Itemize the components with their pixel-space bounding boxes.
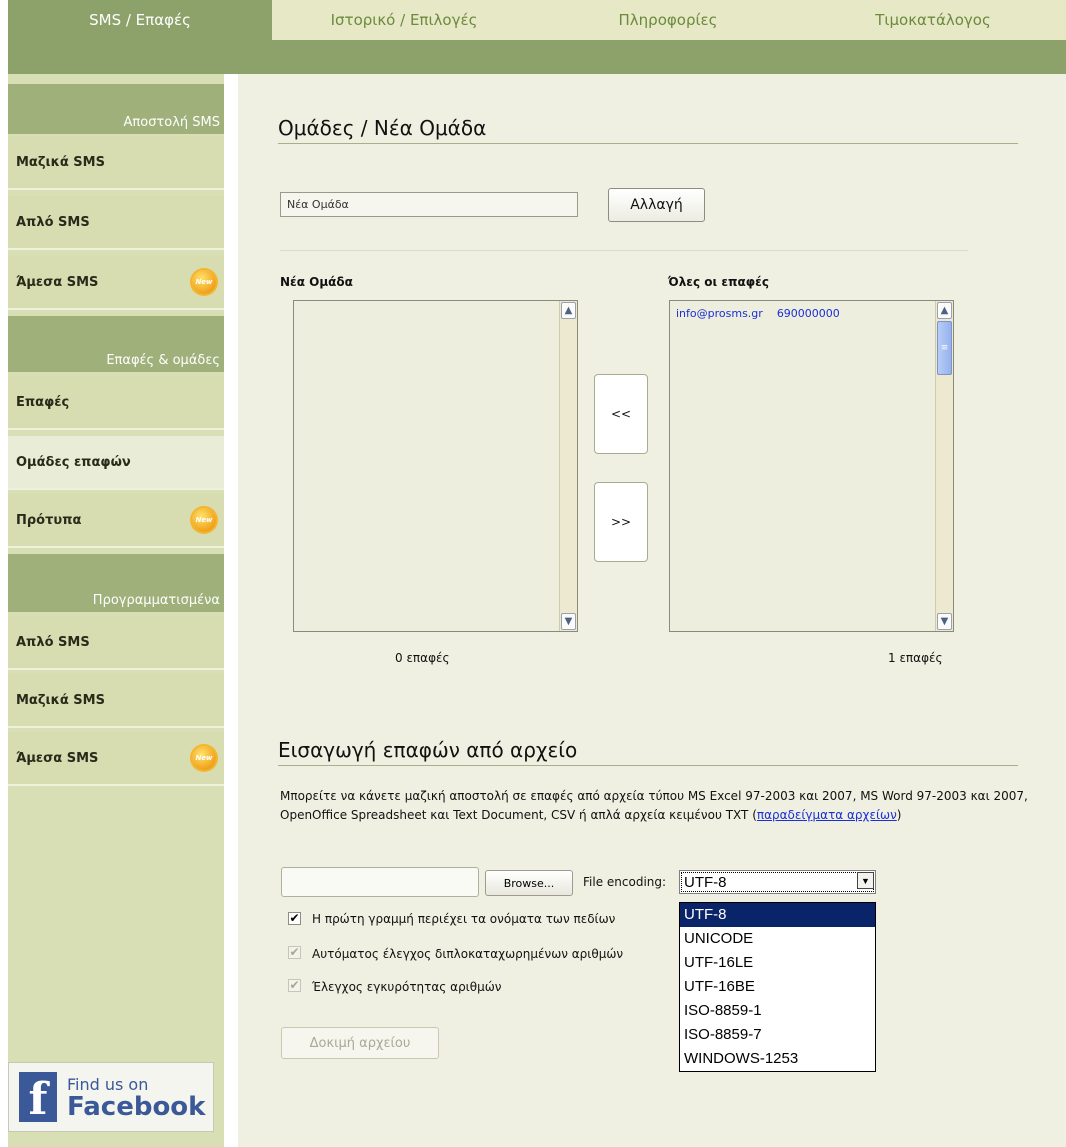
sidebar-item-label: Μαζικά SMS xyxy=(16,154,105,170)
group-list-title: Νέα Ομάδα xyxy=(280,275,353,289)
tab-sms-contacts[interactable]: SMS / Επαφές xyxy=(8,0,272,40)
sidebar-item-label: Άμεσα SMS xyxy=(16,274,99,290)
move-left-button[interactable]: << xyxy=(594,374,648,454)
all-contacts-list[interactable]: info@prosms.gr 690000000 ▲ ≡ ▼ xyxy=(669,300,954,632)
title-divider xyxy=(278,143,1018,144)
sidebar-item-scheduled-bulk-sms[interactable]: Μαζικά SMS xyxy=(8,674,224,728)
sidebar-item-simple-sms[interactable]: Απλό SMS xyxy=(8,196,224,250)
sidebar-item-contact-groups[interactable]: Ομάδες επαφών xyxy=(8,436,224,490)
test-file-button: Δοκιμή αρχείου xyxy=(281,1027,439,1059)
import-description: Μπορείτε να κάνετε μαζική αποστολή σε επ… xyxy=(280,789,1028,822)
main-content: Ομάδες / Νέα Ομάδα Νέα Ομάδα Αλλαγή Νέα … xyxy=(238,74,1066,1147)
top-navigation: SMS / Επαφές Ιστορικό / Επιλογές Πληροφο… xyxy=(8,0,1066,40)
page-title: Ομάδες / Νέα Ομάδα xyxy=(278,116,487,140)
import-divider xyxy=(278,765,1018,766)
encoding-option[interactable]: ISO-8859-7 xyxy=(680,1023,875,1047)
encoding-select[interactable]: UTF-8 ▼ xyxy=(679,870,876,894)
encoding-option[interactable]: ISO-8859-1 xyxy=(680,999,875,1023)
browse-button[interactable]: Browse... xyxy=(485,870,573,896)
encoding-option[interactable]: UTF-8 xyxy=(680,903,875,927)
checkbox-duplicates-label: Αυτόματος έλεγχος διπλοκαταχωρημένων αρι… xyxy=(312,947,624,961)
facebook-line2: Facebook xyxy=(67,1091,206,1122)
encoding-option[interactable]: UTF-16LE xyxy=(680,951,875,975)
file-encoding-label: File encoding: xyxy=(583,875,667,889)
sidebar-item-scheduled-instant-sms[interactable]: Άμεσα SMS New xyxy=(8,732,224,786)
scroll-down-icon[interactable]: ▼ xyxy=(561,613,576,630)
sidebar: Αποστολή SMS Μαζικά SMS Απλό SMS Άμεσα S… xyxy=(8,74,224,1147)
sidebar-item-templates[interactable]: Πρότυπα New xyxy=(8,494,224,548)
encoding-option[interactable]: UTF-16BE xyxy=(680,975,875,999)
checkbox-header-row[interactable]: ✔ xyxy=(288,912,301,925)
group-name-input[interactable]: Νέα Ομάδα xyxy=(280,192,578,217)
scroll-down-icon[interactable]: ▼ xyxy=(937,613,952,630)
import-title: Εισαγωγή επαφών από αρχείο xyxy=(278,738,578,762)
sidebar-item-label: Επαφές xyxy=(16,394,70,410)
facebook-icon: f xyxy=(19,1072,57,1122)
group-members-list[interactable]: ▲ ▼ xyxy=(293,300,578,632)
scroll-up-icon[interactable]: ▲ xyxy=(937,302,952,319)
sidebar-item-label: Πρότυπα xyxy=(16,512,82,528)
checkbox-header-row-label: Η πρώτη γραμμή περιέχει τα ονόματα των π… xyxy=(312,912,616,926)
list-item[interactable]: info@prosms.gr 690000000 xyxy=(676,307,840,320)
checkbox-validity: ✔ xyxy=(288,978,301,992)
tab-price-list[interactable]: Τιμοκατάλογος xyxy=(800,0,1066,40)
facebook-line1: Find us on xyxy=(67,1074,149,1094)
file-examples-link[interactable]: παραδείγματα αρχείων xyxy=(757,808,897,822)
section-divider xyxy=(280,250,968,251)
scroll-up-icon[interactable]: ▲ xyxy=(561,302,576,319)
sidebar-item-label: Μαζικά SMS xyxy=(16,692,105,708)
new-badge-icon: New xyxy=(192,270,216,294)
new-badge-icon: New xyxy=(192,508,216,532)
checkbox-duplicates: ✔ xyxy=(288,945,301,959)
file-path-input[interactable] xyxy=(281,867,479,897)
sidebar-section-scheduled: Προγραμματισμένα xyxy=(8,554,224,612)
header-band xyxy=(8,40,1066,74)
tab-history-options[interactable]: Ιστορικό / Επιλογές xyxy=(272,0,536,40)
new-badge-icon: New xyxy=(192,746,216,770)
scroll-thumb[interactable]: ≡ xyxy=(937,321,952,375)
sidebar-item-contacts[interactable]: Επαφές xyxy=(8,376,224,430)
move-right-button[interactable]: >> xyxy=(594,482,648,562)
change-button[interactable]: Αλλαγή xyxy=(608,188,705,222)
sidebar-item-instant-sms[interactable]: Άμεσα SMS New xyxy=(8,256,224,310)
all-contacts-count: 1 επαφές xyxy=(888,651,943,665)
encoding-selected-value: UTF-8 xyxy=(684,873,727,891)
sidebar-item-label: Απλό SMS xyxy=(16,214,90,230)
sidebar-item-scheduled-simple-sms[interactable]: Απλό SMS xyxy=(8,616,224,670)
tab-information[interactable]: Πληροφορίες xyxy=(536,0,800,40)
group-count: 0 επαφές xyxy=(395,651,450,665)
contact-email: info@prosms.gr xyxy=(676,307,763,320)
encoding-dropdown[interactable]: UTF-8 UNICODE UTF-16LE UTF-16BE ISO-8859… xyxy=(679,902,876,1072)
sidebar-item-bulk-sms[interactable]: Μαζικά SMS xyxy=(8,136,224,190)
encoding-option[interactable]: UNICODE xyxy=(680,927,875,951)
sidebar-section-contacts-groups: Επαφές & ομάδες xyxy=(8,316,224,372)
sidebar-item-label: Άμεσα SMS xyxy=(16,750,99,766)
checkbox-validity-label: Έλεγχος εγκυρότητας αριθμών xyxy=(312,980,502,994)
scrollbar[interactable]: ▲ ≡ ▼ xyxy=(935,301,953,631)
all-contacts-title: Όλες οι επαφές xyxy=(668,275,769,289)
scrollbar[interactable]: ▲ ▼ xyxy=(559,301,577,631)
sidebar-item-label: Απλό SMS xyxy=(16,634,90,650)
encoding-option[interactable]: WINDOWS-1253 xyxy=(680,1047,875,1071)
sidebar-item-label: Ομάδες επαφών xyxy=(16,454,131,470)
contact-phone: 690000000 xyxy=(776,307,840,320)
chevron-down-icon[interactable]: ▼ xyxy=(857,872,874,889)
sidebar-section-send-sms: Αποστολή SMS xyxy=(8,84,224,134)
facebook-badge[interactable]: f Find us on Facebook xyxy=(8,1062,214,1132)
